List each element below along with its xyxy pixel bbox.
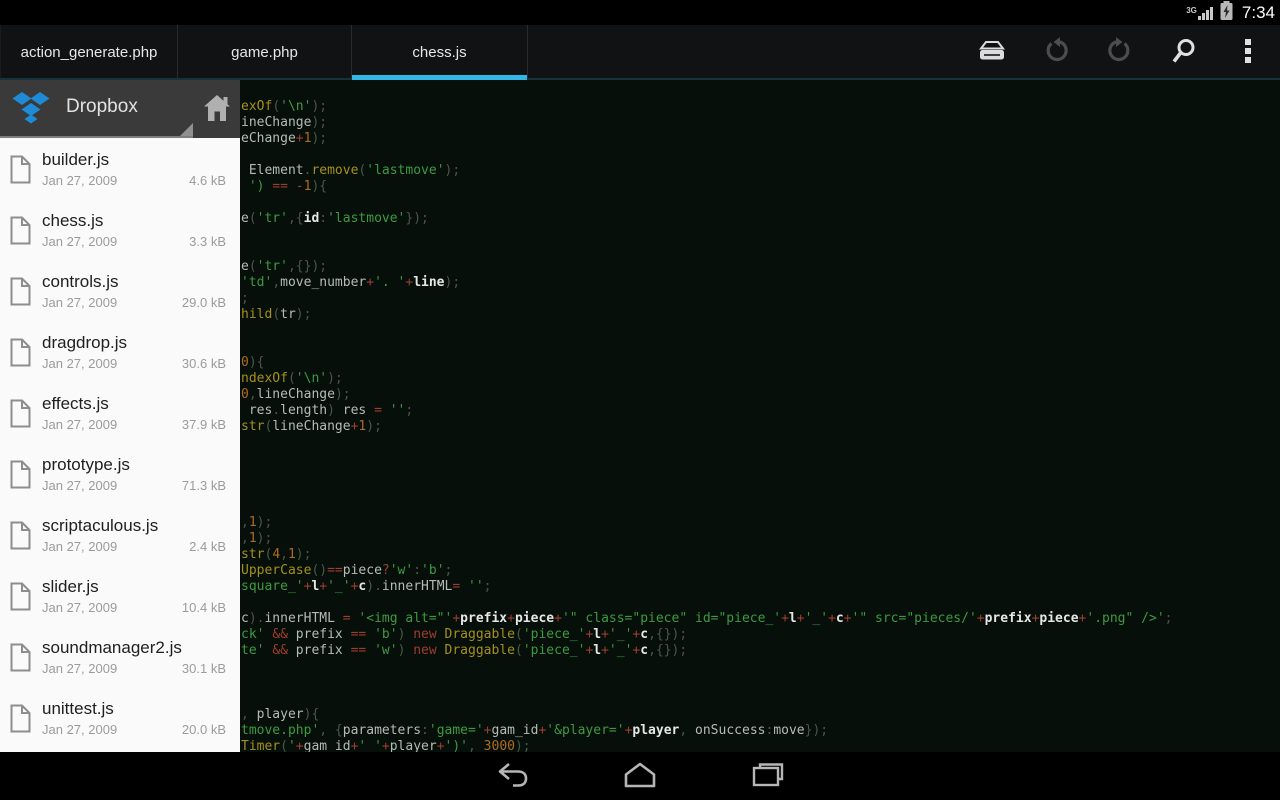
- file-size: 37.9 kB: [181, 417, 226, 432]
- file-date: Jan 27, 2009: [42, 356, 118, 371]
- file-name: prototype.js: [42, 455, 130, 474]
- code-editor[interactable]: exOf('\n'); ineChange); eChange+1); Elemen…: [240, 80, 1280, 752]
- file-list: builder.js Jan 27, 2009 4.6 kB chess.js …: [0, 138, 240, 752]
- home-folder-icon: [202, 93, 232, 126]
- tab-label: chess.js: [412, 44, 467, 61]
- back-icon: [495, 762, 529, 791]
- file-list-item[interactable]: scriptaculous.js Jan 27, 2009 2.4 kB: [0, 508, 240, 569]
- file-list-item[interactable]: prototype.js Jan 27, 2009 71.3 kB: [0, 447, 240, 508]
- file-size: 30.1 kB: [181, 661, 226, 676]
- editor-tab[interactable]: game.php: [178, 25, 352, 80]
- file-name: soundmanager2.js: [42, 638, 182, 657]
- overflow-menu-icon: [1235, 38, 1261, 67]
- file-size: 3.3 kB: [189, 234, 226, 249]
- file-size: 10.4 kB: [181, 600, 226, 615]
- file-name: effects.js: [42, 394, 109, 413]
- spinner-dropdown-triangle-icon: [180, 123, 193, 136]
- save-icon: [976, 39, 1008, 66]
- file-icon: [9, 216, 32, 250]
- recents-button[interactable]: [736, 752, 800, 800]
- network-type-label: 3G: [1186, 5, 1197, 15]
- search-button[interactable]: [1152, 25, 1216, 80]
- file-list-item[interactable]: chess.js Jan 27, 2009 3.3 kB: [0, 203, 240, 264]
- redo-button[interactable]: [1088, 25, 1152, 80]
- file-name: unittest.js: [42, 699, 114, 718]
- file-date: Jan 27, 2009: [42, 661, 118, 676]
- home-icon: [623, 762, 657, 791]
- dropbox-source-spinner[interactable]: Dropbox: [0, 80, 240, 138]
- file-date: Jan 27, 2009: [42, 722, 118, 737]
- battery-charging-icon: [1219, 0, 1234, 26]
- file-icon: [9, 521, 32, 555]
- file-date: Jan 27, 2009: [42, 234, 118, 249]
- panel-title: Dropbox: [66, 96, 138, 117]
- file-name: chess.js: [42, 211, 104, 230]
- action-bar: action_generate.php game.php chess.js: [0, 25, 1280, 80]
- dropbox-logo-icon: [12, 91, 50, 130]
- file-date: Jan 27, 2009: [42, 600, 118, 615]
- file-size: 29.0 kB: [181, 295, 226, 310]
- file-browser-panel: Dropbox builder.js Jan 27, 2009 4.6 kB c…: [0, 80, 240, 752]
- back-button[interactable]: [480, 752, 544, 800]
- file-icon: [9, 643, 32, 677]
- android-screen: 3G 7:34 action_generate.php game.php che…: [0, 0, 1280, 800]
- file-list-item[interactable]: builder.js Jan 27, 2009 4.6 kB: [0, 142, 240, 203]
- file-list-item[interactable]: controls.js Jan 27, 2009 29.0 kB: [0, 264, 240, 325]
- file-size: 4.6 kB: [189, 173, 226, 188]
- file-icon: [9, 704, 32, 738]
- file-size: 30.6 kB: [181, 356, 226, 371]
- status-bar: 3G 7:34: [0, 0, 1280, 25]
- file-name: builder.js: [42, 150, 110, 169]
- file-date: Jan 27, 2009: [42, 295, 118, 310]
- file-date: Jan 27, 2009: [42, 417, 118, 432]
- file-icon: [9, 155, 32, 189]
- signal-3g-icon: 3G: [1186, 6, 1214, 20]
- file-icon: [9, 338, 32, 372]
- file-name: controls.js: [42, 272, 119, 291]
- tab-label: action_generate.php: [20, 44, 158, 61]
- undo-button[interactable]: [1024, 25, 1088, 80]
- file-list-item[interactable]: soundmanager2.js Jan 27, 2009 30.1 kB: [0, 630, 240, 691]
- tab-strip: action_generate.php game.php chess.js: [0, 25, 528, 80]
- spinner-underline: [0, 136, 193, 138]
- search-icon: [1170, 37, 1198, 68]
- recents-icon: [751, 762, 785, 791]
- file-date: Jan 27, 2009: [42, 173, 118, 188]
- file-list-item[interactable]: slider.js Jan 27, 2009 10.4 kB: [0, 569, 240, 630]
- file-icon: [9, 582, 32, 616]
- overflow-menu-button[interactable]: [1216, 25, 1280, 80]
- undo-icon: [1042, 37, 1070, 68]
- file-list-item[interactable]: unittest.js Jan 27, 2009 20.0 kB: [0, 691, 240, 752]
- redo-icon: [1106, 37, 1134, 68]
- editor-tab[interactable]: chess.js: [352, 25, 528, 80]
- file-size: 2.4 kB: [189, 539, 226, 554]
- file-size: 20.0 kB: [181, 722, 226, 737]
- tab-label: game.php: [231, 44, 298, 61]
- file-name: slider.js: [42, 577, 99, 596]
- file-icon: [9, 460, 32, 494]
- editor-tab[interactable]: action_generate.php: [0, 25, 178, 80]
- save-button[interactable]: [960, 25, 1024, 80]
- home-button[interactable]: [608, 752, 672, 800]
- file-icon: [9, 399, 32, 433]
- file-name: scriptaculous.js: [42, 516, 159, 535]
- navigation-bar: [0, 752, 1280, 800]
- file-icon: [9, 277, 32, 311]
- file-date: Jan 27, 2009: [42, 478, 118, 493]
- file-name: dragdrop.js: [42, 333, 128, 352]
- actionbar-actions: [960, 25, 1280, 80]
- status-time: 7:34: [1241, 2, 1275, 22]
- main-content: Dropbox builder.js Jan 27, 2009 4.6 kB c…: [0, 80, 1280, 752]
- file-list-item[interactable]: dragdrop.js Jan 27, 2009 30.6 kB: [0, 325, 240, 386]
- file-size: 71.3 kB: [181, 478, 226, 493]
- home-folder-button[interactable]: [195, 87, 239, 131]
- file-date: Jan 27, 2009: [42, 539, 118, 554]
- file-list-item[interactable]: effects.js Jan 27, 2009 37.9 kB: [0, 386, 240, 447]
